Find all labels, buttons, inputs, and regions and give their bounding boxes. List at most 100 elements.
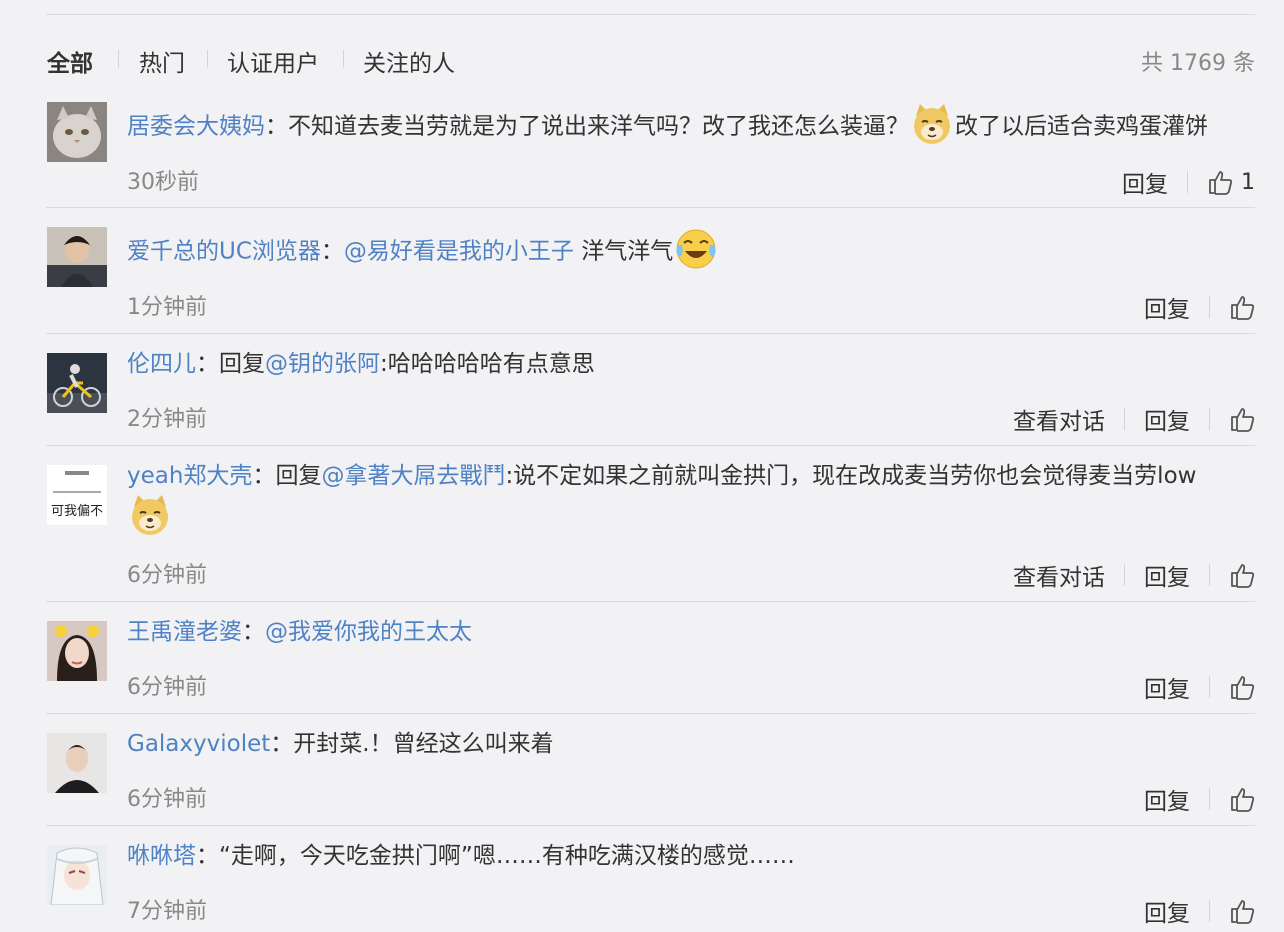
- username-link[interactable]: 爱千总的UC浏览器: [127, 239, 321, 265]
- thumbs-up-icon: [1231, 564, 1255, 588]
- view-conversation-link[interactable]: 查看对话: [1013, 402, 1105, 436]
- comment-item: 居委会大姨妈：不知道去麦当劳就是为了说出来洋气吗？改了我还怎么装逼？ 改了以后适…: [46, 94, 1255, 208]
- action-divider: [1209, 564, 1210, 586]
- avatar[interactable]: [47, 733, 107, 793]
- mention-link[interactable]: @易好看是我的小王子: [344, 239, 574, 265]
- comment-item: 王禹潼老婆：@我爱你我的王太太 6分钟前 回复: [46, 601, 1255, 714]
- username-link[interactable]: 居委会大姨妈: [127, 114, 265, 140]
- comment-actions: 回复: [1144, 289, 1255, 325]
- reply-link[interactable]: 回复: [1144, 894, 1190, 928]
- comment-text: 洋气洋气: [573, 238, 674, 265]
- comment-time: 2分钟前: [127, 407, 207, 432]
- comment-body: 居委会大姨妈：不知道去麦当劳就是为了说出来洋气吗？改了我还怎么装逼？ 改了以后适…: [127, 104, 1255, 146]
- reply-link[interactable]: 回复: [1122, 165, 1168, 199]
- like-button[interactable]: [1229, 406, 1255, 432]
- comment-item: 咻咻塔：“走啊，今天吃金拱门啊”嗯……有种吃满汉楼的感觉…… 7分钟前 回复: [46, 825, 1255, 932]
- action-divider: [1209, 788, 1210, 810]
- filter-verified-users[interactable]: 认证用户: [227, 44, 319, 78]
- comment-time: 1分钟前: [127, 295, 207, 320]
- avatar[interactable]: [47, 227, 107, 287]
- comment-time: 6分钟前: [127, 787, 207, 812]
- comment-actions: 回复 1: [1122, 164, 1255, 200]
- reply-prefix: 回复: [275, 463, 322, 489]
- colon: ：: [196, 843, 219, 869]
- comment-body: 爱千总的UC浏览器：@易好看是我的小王子 洋气洋气: [127, 229, 1255, 271]
- action-divider: [1187, 171, 1188, 193]
- colon: ：: [242, 619, 265, 645]
- comment-actions: 查看对话 回复: [1013, 557, 1255, 593]
- like-count: 1: [1241, 169, 1255, 195]
- colon: ：: [270, 731, 294, 757]
- filter-hot[interactable]: 热门: [139, 44, 185, 78]
- action-divider: [1124, 408, 1125, 430]
- like-button[interactable]: [1229, 562, 1255, 588]
- avatar[interactable]: 可我偏不: [47, 465, 107, 525]
- username-link[interactable]: yeah郑大壳: [127, 463, 252, 489]
- comment-text: :哈哈哈哈哈有点意思: [380, 351, 595, 377]
- reply-link[interactable]: 回复: [1144, 290, 1190, 324]
- comment-body: 咻咻塔：“走啊，今天吃金拱门啊”嗯……有种吃满汉楼的感觉……: [127, 838, 1255, 874]
- doge-emoji-icon: [128, 493, 172, 537]
- action-divider: [1209, 408, 1210, 430]
- comment-text: 改了以后适合卖鸡蛋灌饼: [955, 113, 1208, 140]
- avatar-caption: 可我偏不: [51, 504, 103, 519]
- filter-divider: [207, 50, 208, 68]
- username-link[interactable]: 伦四儿: [127, 351, 196, 377]
- thumbs-up-icon: [1231, 676, 1255, 700]
- username-link[interactable]: Galaxyviolet: [127, 731, 270, 757]
- comment-actions: 回复: [1144, 781, 1255, 817]
- action-divider: [1124, 564, 1125, 586]
- colon: ：: [265, 113, 288, 140]
- comment-time: 6分钟前: [127, 563, 207, 588]
- like-button[interactable]: [1229, 786, 1255, 812]
- comment-body: 王禹潼老婆：@我爱你我的王太太: [127, 614, 1255, 650]
- username-link[interactable]: 咻咻塔: [127, 843, 196, 869]
- reply-link[interactable]: 回复: [1144, 558, 1190, 592]
- like-button[interactable]: [1229, 294, 1255, 320]
- reply-link[interactable]: 回复: [1144, 402, 1190, 436]
- reply-link[interactable]: 回复: [1144, 782, 1190, 816]
- avatar[interactable]: [47, 845, 107, 905]
- like-button[interactable]: [1229, 674, 1255, 700]
- comment-body-continued: [127, 495, 173, 537]
- action-divider: [1209, 900, 1210, 922]
- reply-prefix: 回复: [219, 351, 265, 377]
- mention-link[interactable]: @钥的张阿: [265, 351, 380, 377]
- colon: ：: [196, 351, 219, 377]
- thumbs-up-icon: [1231, 296, 1255, 320]
- mention-link[interactable]: @我爱你我的王太太: [265, 619, 472, 645]
- comment-text: 开封菜.！曾经这么叫来着: [293, 731, 554, 757]
- comment-body: Galaxyviolet：开封菜.！曾经这么叫来着: [127, 726, 1255, 762]
- top-divider: [46, 14, 1255, 15]
- laughing-tears-emoji-icon: [674, 227, 718, 271]
- filter-all[interactable]: 全部: [47, 44, 93, 78]
- comment-time: 30秒前: [127, 170, 199, 195]
- thumbs-up-icon: [1231, 788, 1255, 812]
- colon: ：: [320, 238, 344, 265]
- comment-actions: 查看对话 回复: [1013, 401, 1255, 437]
- thumbs-up-icon: [1209, 171, 1233, 195]
- avatar[interactable]: [47, 621, 107, 681]
- mention-link[interactable]: @拿著大屌去戰鬥: [321, 463, 505, 489]
- comment-body: 伦四儿：回复@钥的张阿:哈哈哈哈哈有点意思: [127, 346, 1255, 382]
- comment-time: 6分钟前: [127, 675, 207, 700]
- avatar[interactable]: [47, 353, 107, 413]
- doge-emoji-icon: [910, 102, 954, 146]
- comment-item: 伦四儿：回复@钥的张阿:哈哈哈哈哈有点意思 2分钟前 查看对话 回复: [46, 333, 1255, 446]
- view-conversation-link[interactable]: 查看对话: [1013, 558, 1105, 592]
- comment-text: :说不定如果之前就叫金拱门，现在改成麦当劳你也会觉得麦当劳low: [505, 463, 1197, 489]
- like-button[interactable]: 1: [1207, 169, 1255, 195]
- comment-actions: 回复: [1144, 893, 1255, 929]
- like-button[interactable]: [1229, 898, 1255, 924]
- comment-time: 7分钟前: [127, 899, 207, 924]
- comment-item: 爱千总的UC浏览器：@易好看是我的小王子 洋气洋气 1分钟前 回复: [46, 207, 1255, 334]
- comment-item: Galaxyviolet：开封菜.！曾经这么叫来着 6分钟前 回复: [46, 713, 1255, 826]
- filter-divider: [118, 50, 119, 68]
- colon: ：: [252, 463, 276, 489]
- filter-divider: [343, 50, 344, 68]
- avatar[interactable]: [47, 102, 107, 162]
- reply-link[interactable]: 回复: [1144, 670, 1190, 704]
- filter-following[interactable]: 关注的人: [363, 44, 455, 78]
- action-divider: [1209, 296, 1210, 318]
- username-link[interactable]: 王禹潼老婆: [127, 619, 242, 645]
